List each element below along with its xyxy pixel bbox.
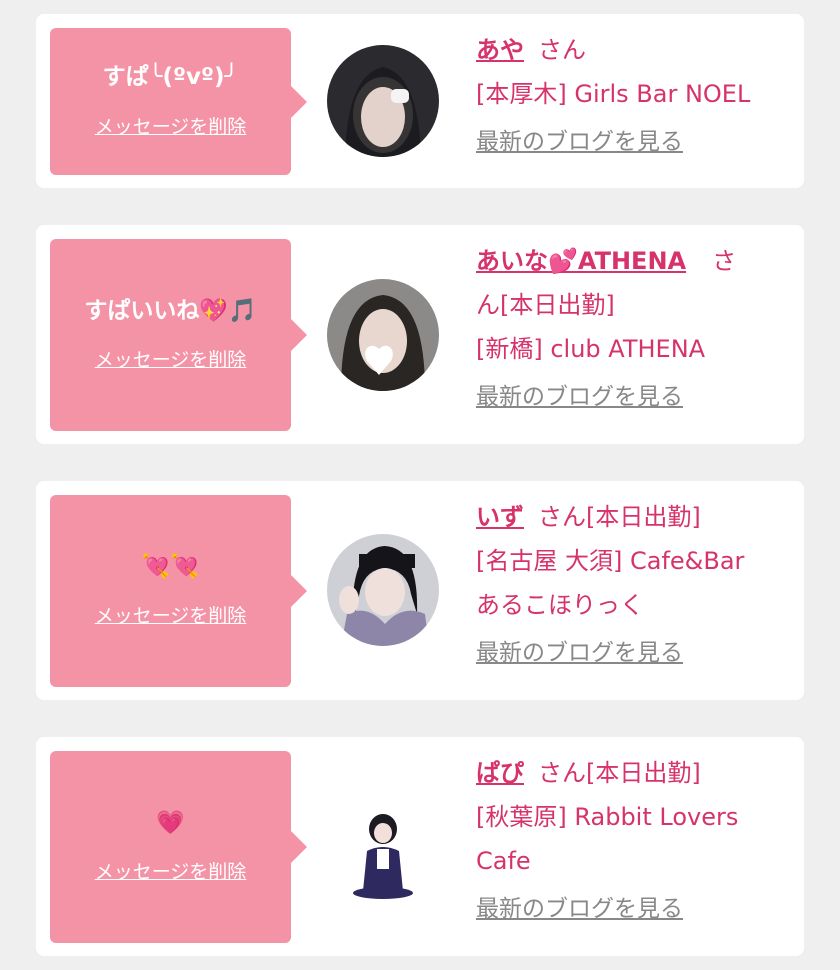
status-badge: [本日出勤] [500,291,615,319]
message-bubble: すぱいいね💖🎵 メッセージを削除 [50,239,307,431]
latest-blog-link[interactable]: 最新のブログを見る [476,120,683,164]
honorific: さ [712,247,737,275]
message-bubble: すぱ╰(ºvº)╯ メッセージを削除 [50,28,307,175]
honorific: さん [538,503,586,531]
cast-info: ぱぴ さん[本日出勤] [秋葉原] Rabbit Lovers Cafe 最新のブ… [476,751,794,931]
honorific: さん [538,36,586,64]
latest-blog-link[interactable]: 最新のブログを見る [476,887,683,931]
cast-info: いず さん[本日出勤] [名古屋 大須] Cafe&Bar あるこほりっく 最新の… [476,495,794,675]
message-text: 💗 [156,809,185,836]
avatar[interactable] [327,45,439,157]
delete-message-link[interactable]: メッセージを削除 [95,601,247,628]
list-item: 💘💘 メッセージを削除 いず さん[本日出勤] [名古屋 大須] Cafe&Bar… [36,481,804,700]
latest-blog-link[interactable]: 最新のブログを見る [476,375,683,419]
delete-message-link[interactable]: メッセージを削除 [95,345,247,372]
shop-name-line1: [名古屋 大須] Cafe&Bar [476,547,745,575]
list-item: 💗 メッセージを削除 ぱぴ さん[本日出勤] [秋葉原] Rabbit Lover… [36,737,804,956]
message-text: すぱいいね💖🎵 [84,297,257,324]
shop-name: [本厚木] Girls Bar NOEL [476,80,751,108]
message-bubble: 💘💘 メッセージを削除 [50,495,307,687]
list-item: すぱいいね💖🎵 メッセージを削除 あいな💕ATHENA さ ん[本日出勤] [新橋… [36,225,804,444]
status-badge: [本日出勤] [586,503,701,531]
shop-name: [新橋] club ATHENA [476,335,706,363]
message-text: すぱ╰(ºvº)╯ [102,64,239,91]
avatar[interactable] [327,791,439,903]
shop-name-line2: あるこほりっく [476,591,644,619]
cast-name-link[interactable]: いず [476,503,524,531]
cast-name-link[interactable]: あや [476,36,524,64]
avatar[interactable] [327,279,439,391]
cast-info: あいな💕ATHENA さ ん[本日出勤] [新橋] club ATHENA 最新の… [476,239,794,419]
list-item: すぱ╰(ºvº)╯ メッセージを削除 あや さん [本厚木] Girls Bar … [36,14,804,188]
message-text: 💘💘 [141,553,200,580]
avatar[interactable] [327,534,439,646]
shop-name-line1: [秋葉原] Rabbit Lovers [476,803,739,831]
delete-message-link[interactable]: メッセージを削除 [95,857,247,884]
honorific-cont: ん [476,291,500,319]
cast-name-link[interactable]: あいな💕ATHENA [476,247,686,275]
message-bubble: 💗 メッセージを削除 [50,751,307,943]
latest-blog-link[interactable]: 最新のブログを見る [476,631,683,675]
shop-name-line2: Cafe [476,847,531,875]
favorites-list: すぱ╰(ºvº)╯ メッセージを削除 あや さん [本厚木] Girls Bar … [0,0,840,970]
cast-info: あや さん [本厚木] Girls Bar NOEL 最新のブログを見る [476,28,794,164]
delete-message-link[interactable]: メッセージを削除 [95,112,247,139]
cast-name-link[interactable]: ぱぴ [476,759,524,787]
status-badge: [本日出勤] [586,759,701,787]
honorific: さん [538,759,586,787]
